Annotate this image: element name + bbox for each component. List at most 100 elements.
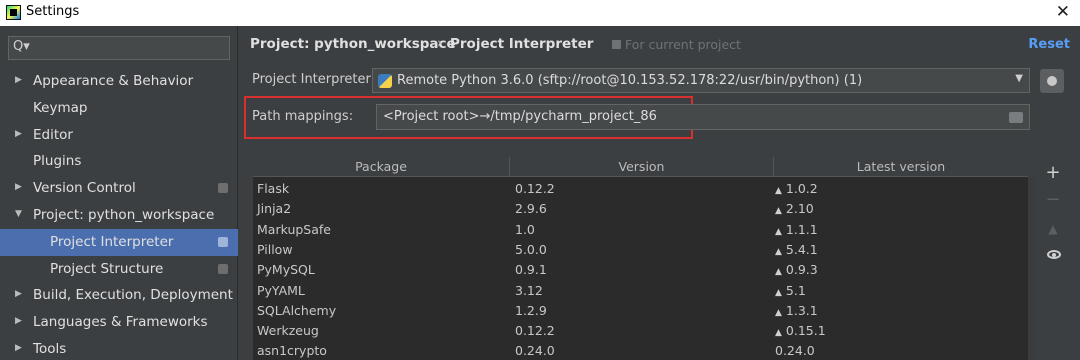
table-row[interactable]: SQLAlchemy 1.2.9 ▲ 1.3.1 xyxy=(253,300,1028,320)
path-mappings-field[interactable]: <Project root>→/tmp/pycharm_project_86 xyxy=(376,104,1030,130)
package-name: PyMySQL xyxy=(257,262,315,277)
sidebar-item[interactable]: ▶ Languages & Frameworks xyxy=(0,309,238,336)
sidebar-item[interactable]: Plugins xyxy=(0,148,238,175)
package-name-text: PyMySQL xyxy=(257,262,315,278)
package-version: 1.2.9 xyxy=(515,303,547,318)
close-icon[interactable]: ✕ xyxy=(1056,2,1070,22)
interpreter-settings-gear-icon[interactable] xyxy=(1040,69,1064,93)
package-latest-version: ▲ 5.1 xyxy=(775,283,806,298)
package-latest-version-text: 0.15.1 xyxy=(785,323,826,339)
chevron-right-icon[interactable]: ▶ xyxy=(15,75,22,85)
sidebar-item[interactable]: Project Interpreter xyxy=(0,228,238,256)
sidebar-item[interactable]: ▶ Version Control xyxy=(0,175,238,202)
chevron-right-icon[interactable]: ▶ xyxy=(15,316,22,326)
package-name-text: SQLAlchemy xyxy=(257,302,337,318)
remove-package-icon[interactable]: − xyxy=(1044,191,1062,209)
upgrade-available-icon: ▲ xyxy=(775,267,782,278)
project-level-icon xyxy=(218,263,228,274)
package-version-text: 1.0 xyxy=(515,221,535,237)
column-header-latest-version[interactable]: Latest version xyxy=(774,159,1028,174)
table-row[interactable]: Flask 0.12.2 ▲ 1.0.2 xyxy=(253,178,1028,198)
package-version-text: 2.9.6 xyxy=(515,201,547,217)
sidebar-item[interactable]: ▶ Appearance & Behavior xyxy=(0,68,238,95)
package-name-text: MarkupSafe xyxy=(257,221,331,237)
breadcrumb-page: Project Interpreter xyxy=(450,36,594,52)
package-version: 1.0 xyxy=(515,222,535,237)
package-version-text: 0.12.2 xyxy=(515,323,555,339)
interpreter-value: Remote Python 3.6.0 (sftp://root@10.153.… xyxy=(397,73,863,88)
sidebar-item[interactable]: ▶ Tools xyxy=(0,336,238,360)
column-header-version[interactable]: Version xyxy=(510,159,773,174)
pycharm-logo-icon xyxy=(6,5,21,20)
table-row[interactable]: MarkupSafe 1.0 ▲ 1.1.1 xyxy=(253,219,1028,239)
table-row[interactable]: asn1crypto 0.24.0 0.24.0 xyxy=(253,340,1028,360)
chevron-right-icon[interactable]: ▶ xyxy=(15,343,22,353)
package-version: 3.12 xyxy=(515,283,543,298)
package-latest-version: 0.24.0 xyxy=(775,343,815,358)
table-row[interactable]: PyMySQL 0.9.1 ▲ 0.9.3 xyxy=(253,259,1028,279)
package-latest-version-text: 5.4.1 xyxy=(785,241,818,257)
upgrade-package-icon[interactable]: ▲ xyxy=(1044,220,1062,238)
search-icon: Q▾ xyxy=(13,39,30,54)
column-header-package[interactable]: Package xyxy=(253,159,509,174)
sidebar-item-label: Version Control xyxy=(33,180,136,197)
chevron-right-icon[interactable]: ▶ xyxy=(15,182,22,192)
chevron-right-icon[interactable]: ▶ xyxy=(15,129,22,139)
package-latest-version: ▲ 0.15.1 xyxy=(775,323,826,338)
upgrade-available-icon: ▲ xyxy=(775,226,782,237)
copy-icon xyxy=(612,40,621,49)
sidebar-item[interactable]: ▶ Build, Execution, Deployment xyxy=(0,282,238,309)
interpreter-select[interactable]: Remote Python 3.6.0 (sftp://root@10.153.… xyxy=(372,68,1030,93)
package-version-text: 3.12 xyxy=(515,282,543,298)
table-row[interactable]: PyYAML 3.12 ▲ 5.1 xyxy=(253,280,1028,300)
package-name: Flask xyxy=(257,181,289,196)
sidebar-item[interactable]: ▼ Project: python_workspace xyxy=(0,202,238,229)
settings-search-input[interactable]: Q▾ xyxy=(8,36,230,60)
sidebar-item-label: Plugins xyxy=(33,153,82,170)
chevron-down-icon: ▼ xyxy=(1015,73,1023,84)
chevron-right-icon[interactable]: ▶ xyxy=(15,289,22,299)
eye-icon[interactable] xyxy=(1047,250,1061,259)
package-version-text: 0.24.0 xyxy=(515,343,555,359)
sidebar-item-label: Keymap xyxy=(33,99,88,116)
sidebar-item-label: Appearance & Behavior xyxy=(33,73,194,89)
sidebar-item-label: Build, Execution, Deployment xyxy=(33,287,233,304)
sidebar-item-label: Project: python_workspace xyxy=(33,207,215,223)
table-row[interactable]: Werkzeug 0.12.2 ▲ 0.15.1 xyxy=(253,320,1028,340)
add-package-icon[interactable]: + xyxy=(1044,164,1062,182)
table-scrollbar[interactable] xyxy=(1028,177,1036,360)
table-row[interactable]: Pillow 5.0.0 ▲ 5.4.1 xyxy=(253,239,1028,259)
sidebar-item[interactable]: Project Structure xyxy=(0,256,238,283)
sidebar-item[interactable]: ▶ Editor xyxy=(0,122,238,149)
upgrade-available-icon: ▲ xyxy=(775,287,782,298)
package-version-text: 0.9.1 xyxy=(515,262,547,278)
package-name-text: Pillow xyxy=(257,241,293,257)
path-mappings-label: Path mappings: xyxy=(252,109,354,124)
sidebar-item-label: Project Structure xyxy=(50,260,164,277)
interpreter-label: Project Interpreter: xyxy=(252,72,376,87)
package-version-text: 5.0.0 xyxy=(515,241,547,257)
chevron-down-icon[interactable]: ▼ xyxy=(15,209,22,219)
sidebar-item-label: Project Interpreter xyxy=(50,233,174,250)
package-latest-version-text: 1.0.2 xyxy=(785,181,818,196)
package-latest-version: ▲ 2.10 xyxy=(775,201,814,216)
package-latest-version-text: 0.24.0 xyxy=(775,343,815,359)
package-name: MarkupSafe xyxy=(257,222,331,237)
package-name-text: Jinja2 xyxy=(257,201,292,217)
package-name-text: Flask xyxy=(257,181,290,196)
reset-link[interactable]: Reset xyxy=(1028,37,1070,52)
package-name: PyYAML xyxy=(257,283,305,298)
main-panel: Project: python_workspace › Project Inte… xyxy=(238,26,1080,360)
package-latest-version-text: 1.3.1 xyxy=(785,302,818,318)
breadcrumb-separator: › xyxy=(437,36,443,51)
upgrade-available-icon: ▲ xyxy=(775,246,782,257)
upgrade-available-icon: ▲ xyxy=(775,328,782,339)
package-version: 0.12.2 xyxy=(515,323,555,338)
package-latest-version: ▲ 0.9.3 xyxy=(775,262,818,277)
sidebar-item-label: Languages & Frameworks xyxy=(33,314,208,331)
python-icon xyxy=(378,74,392,88)
table-row[interactable]: Jinja2 2.9.6 ▲ 2.10 xyxy=(253,198,1028,218)
sidebar-item-label: Editor xyxy=(33,126,73,143)
folder-icon[interactable] xyxy=(1009,112,1023,123)
sidebar-item[interactable]: Keymap xyxy=(0,95,238,122)
